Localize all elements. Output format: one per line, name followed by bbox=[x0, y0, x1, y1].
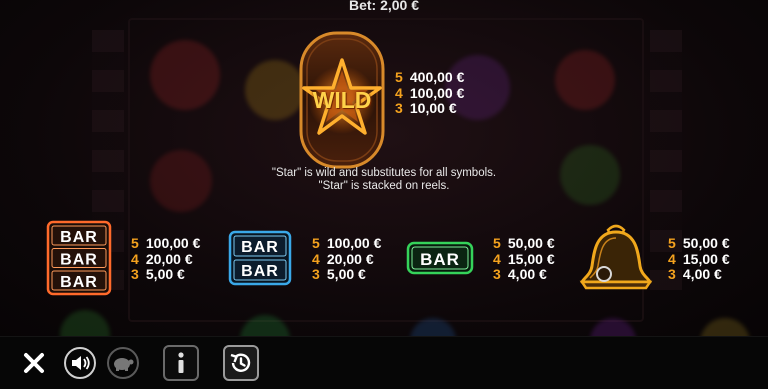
pay-amount: 400,00 € bbox=[409, 69, 465, 85]
paytable-row: 4 15,00 € bbox=[668, 250, 730, 268]
pay-amount: 10,00 € bbox=[409, 100, 457, 116]
double-bar-paytable: 5 100,00 € 4 20,00 € 3 5,00 € bbox=[312, 235, 382, 283]
paytable-row: 4 20,00 € bbox=[131, 250, 200, 268]
pay-count: 5 bbox=[395, 69, 403, 85]
wild-description: "Star" is wild and substitutes for all s… bbox=[0, 167, 768, 193]
ghost-cherry-right bbox=[555, 50, 615, 110]
paytable-row: 4 15,00 € bbox=[493, 250, 555, 268]
bar-text: BAR bbox=[241, 239, 279, 256]
paytable-row: 3 10,00 € bbox=[395, 100, 464, 117]
pay-amount: 100,00 € bbox=[326, 235, 382, 251]
paytable-row: 4 100,00 € bbox=[395, 84, 465, 102]
sound-button[interactable] bbox=[62, 345, 98, 381]
wild-description-line-2: "Star" is stacked on reels. bbox=[318, 180, 450, 192]
pay-amount: 20,00 € bbox=[326, 250, 374, 267]
pay-amount: 100,00 € bbox=[145, 235, 201, 251]
close-button[interactable] bbox=[16, 345, 52, 381]
info-icon bbox=[178, 352, 184, 373]
single-bar-paytable: 5 50,00 € 4 15,00 € 3 4,00 € bbox=[493, 235, 555, 283]
turtle-icon bbox=[107, 347, 139, 379]
paytable-row: 5 100,00 € bbox=[312, 235, 382, 252]
paytable-row: 5 100,00 € bbox=[131, 235, 201, 252]
pay-count: 4 bbox=[131, 250, 139, 267]
triple-bar-icon: BAR BAR BAR bbox=[46, 220, 112, 296]
ghost-lemon bbox=[245, 60, 305, 120]
pay-count: 4 bbox=[668, 250, 676, 267]
triple-bar-symbol: BAR BAR BAR bbox=[46, 220, 112, 296]
history-icon bbox=[230, 353, 251, 372]
pay-amount: 4,00 € bbox=[682, 266, 722, 282]
bet-display: Bet: 2,00 € bbox=[348, 0, 420, 13]
info-button[interactable] bbox=[163, 345, 199, 381]
pay-count: 5 bbox=[668, 235, 676, 251]
ghost-bottom-1 bbox=[60, 310, 110, 337]
triple-bar-paytable: 5 100,00 € 4 20,00 € 3 5,00 € bbox=[131, 235, 201, 283]
wild-description-line-1: "Star" is wild and substitutes for all s… bbox=[271, 167, 497, 179]
pay-amount: 15,00 € bbox=[507, 250, 555, 267]
ghost-cherry bbox=[150, 40, 220, 110]
paytable-row: 3 4,00 € bbox=[668, 266, 730, 283]
bar-text: BAR bbox=[60, 252, 98, 269]
history-button[interactable] bbox=[223, 345, 259, 381]
paytable-row: 3 4,00 € bbox=[493, 266, 555, 283]
pay-amount: 50,00 € bbox=[507, 235, 555, 251]
pay-amount: 5,00 € bbox=[145, 266, 185, 282]
pay-count: 4 bbox=[395, 84, 403, 101]
pay-amount: 20,00 € bbox=[145, 250, 193, 267]
turbo-button[interactable] bbox=[105, 345, 141, 381]
bar-text: BAR bbox=[60, 229, 98, 246]
pay-count: 4 bbox=[312, 250, 320, 267]
bar-text: BAR bbox=[241, 263, 279, 280]
bar-text: BAR bbox=[60, 274, 98, 291]
single-bar-symbol: BAR bbox=[406, 241, 474, 275]
wild-label: WILD bbox=[312, 87, 372, 113]
pay-count: 5 bbox=[131, 235, 139, 251]
pay-amount: 5,00 € bbox=[326, 266, 366, 282]
sound-icon bbox=[64, 347, 96, 379]
paytable-row: 5 50,00 € bbox=[668, 235, 730, 252]
pay-count: 3 bbox=[493, 266, 501, 282]
wild-symbol: WILD bbox=[298, 30, 386, 170]
double-bar-symbol: BAR BAR bbox=[228, 230, 292, 286]
bell-paytable: 5 50,00 € 4 15,00 € 3 4,00 € bbox=[668, 235, 730, 283]
pay-count: 3 bbox=[668, 266, 676, 282]
paytable-row: 3 5,00 € bbox=[131, 266, 200, 283]
pay-count: 3 bbox=[312, 266, 320, 282]
pay-count: 5 bbox=[493, 235, 501, 251]
paytable-row: 5 50,00 € bbox=[493, 235, 555, 252]
pay-amount: 4,00 € bbox=[507, 266, 547, 282]
bar-text: BAR bbox=[420, 250, 460, 269]
pay-count: 5 bbox=[312, 235, 320, 251]
close-icon bbox=[24, 353, 44, 373]
pay-count: 3 bbox=[131, 266, 139, 282]
bell-symbol bbox=[578, 222, 654, 294]
single-bar-icon: BAR bbox=[406, 241, 474, 275]
double-bar-icon: BAR BAR bbox=[228, 230, 292, 286]
paytable-row: 5 400,00 € bbox=[395, 69, 465, 86]
ghost-bottom-5 bbox=[700, 318, 750, 337]
paytable-row: 4 20,00 € bbox=[312, 250, 381, 268]
paytable-row: 3 5,00 € bbox=[312, 266, 381, 283]
pay-amount: 50,00 € bbox=[682, 235, 730, 251]
bell-icon bbox=[579, 224, 653, 290]
pay-amount: 15,00 € bbox=[682, 250, 730, 267]
bottom-toolbar bbox=[0, 336, 768, 389]
pay-count: 3 bbox=[395, 100, 403, 116]
wild-paytable: 5 400,00 € 4 100,00 € 3 10,00 € bbox=[395, 69, 465, 117]
pay-count: 4 bbox=[493, 250, 501, 267]
pay-amount: 100,00 € bbox=[409, 84, 465, 101]
